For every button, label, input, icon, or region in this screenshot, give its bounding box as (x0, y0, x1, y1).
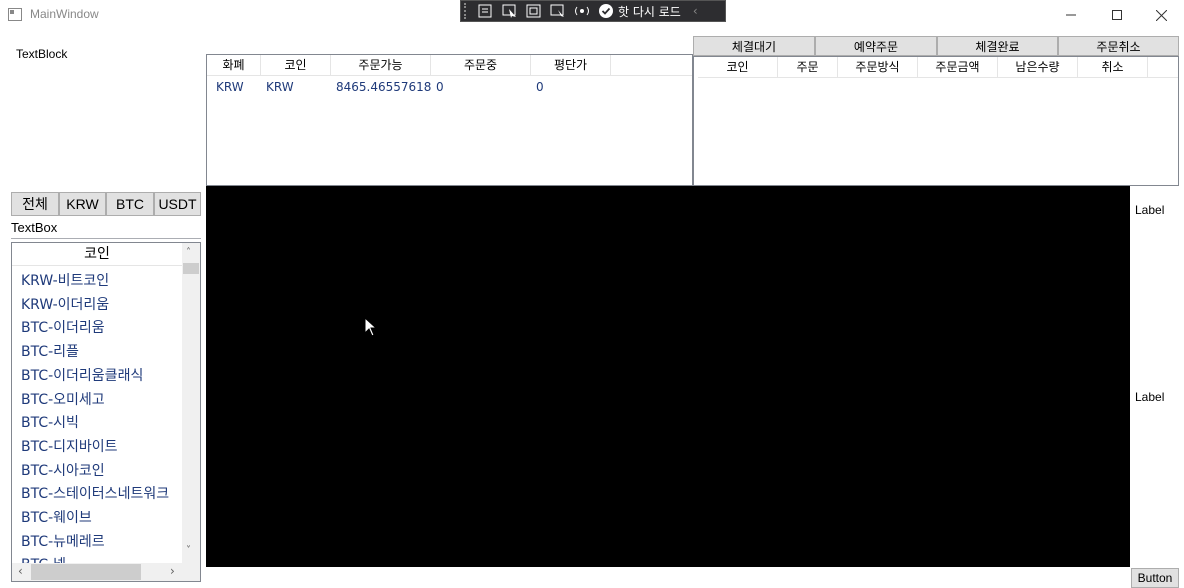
window-title: MainWindow (30, 7, 99, 21)
tab-reserved-order[interactable]: 예약주문 (815, 36, 937, 56)
action-button[interactable]: Button (1131, 568, 1179, 588)
app-icon (8, 8, 22, 21)
debug-toolbar: 핫 다시 로드 ‹ (460, 0, 726, 22)
display-layout-adorners-icon[interactable] (524, 3, 544, 19)
order-grid-header: 코인 주문 주문방식 주문금액 남은수량 취소 (698, 57, 1178, 78)
balance-cell-currency: KRW (216, 80, 244, 94)
filter-btc-button[interactable]: BTC (106, 192, 154, 216)
maximize-icon (1112, 10, 1122, 20)
coin-list-item[interactable]: KRW-비트코인 (21, 270, 181, 290)
column-header-order-type[interactable]: 주문방식 (838, 57, 918, 77)
live-visual-tree-icon[interactable] (476, 3, 496, 19)
coin-list-item[interactable]: BTC-오미세고 (21, 389, 181, 409)
column-header-coin[interactable]: 코인 (261, 55, 331, 75)
coin-list-item[interactable]: BTC-뉴메레르 (21, 531, 181, 551)
coin-list-item[interactable]: BTC-웨이브 (21, 507, 181, 527)
coin-list-item[interactable]: BTC-리플 (21, 341, 181, 361)
column-header-cancel[interactable]: 취소 (1078, 57, 1148, 77)
column-header-in-order[interactable]: 주문중 (431, 55, 531, 75)
chart-area[interactable] (206, 186, 1130, 567)
accessibility-scan-icon[interactable] (572, 3, 592, 19)
coin-list-item[interactable]: BTC-시아코인 (21, 460, 181, 480)
filter-krw-button[interactable]: KRW (59, 192, 106, 216)
hot-reload-label: 핫 다시 로드 (618, 4, 681, 19)
vertical-scroll-thumb[interactable] (183, 263, 199, 274)
balance-grid[interactable]: 화폐 코인 주문가능 주문중 평단가 KRW KRW 8465.46557618… (206, 54, 693, 186)
horizontal-scrollbar[interactable]: ‹ › (12, 563, 200, 581)
coin-list-item[interactable]: BTC-스테이터스네트워크 (21, 483, 181, 503)
vertical-scrollbar[interactable]: ˄ ˅ (182, 243, 200, 563)
scroll-left-icon[interactable]: ‹ (18, 564, 23, 578)
column-header-order[interactable]: 주문 (778, 57, 838, 77)
coin-list-item[interactable]: BTC-이더리움클래식 (21, 365, 181, 385)
column-header-currency[interactable]: 화폐 (207, 55, 261, 75)
balance-cell-available: 8465.46557618 (336, 80, 432, 94)
search-textbox[interactable]: TextBox (11, 220, 57, 235)
grip-icon[interactable] (464, 3, 472, 19)
balance-cell-coin: KRW (266, 80, 294, 94)
coin-list-item[interactable]: BTC-디지바이트 (21, 436, 181, 456)
column-header-coin[interactable]: 코인 (698, 57, 778, 77)
column-header-order-amount[interactable]: 주문금액 (918, 57, 998, 77)
tab-order-cancel[interactable]: 주문취소 (1058, 36, 1179, 56)
hot-reload-check-icon (596, 3, 616, 19)
column-header-avg-price[interactable]: 평단가 (531, 55, 611, 75)
mouse-cursor-icon (364, 317, 378, 337)
tab-filled[interactable]: 체결완료 (937, 36, 1058, 56)
coin-list-item[interactable]: BTC-이더리움 (21, 317, 181, 337)
column-header-available[interactable]: 주문가능 (331, 55, 431, 75)
coin-list-item[interactable]: BTC-시빅 (21, 412, 181, 432)
scroll-right-icon[interactable]: › (170, 564, 175, 578)
label-top: Label (1135, 203, 1165, 217)
horizontal-scroll-thumb[interactable] (31, 564, 141, 580)
balance-cell-in-order: 0 (436, 80, 444, 94)
scroll-up-icon[interactable]: ˄ (186, 247, 191, 258)
textblock: TextBlock (16, 47, 68, 61)
balance-grid-header: 화폐 코인 주문가능 주문중 평단가 (207, 55, 692, 76)
filter-all-button[interactable]: 전체 (11, 192, 59, 216)
select-element-icon[interactable] (500, 3, 520, 19)
tab-pending-fill[interactable]: 체결대기 (693, 36, 815, 56)
collapse-toolbar-icon[interactable]: ‹ (693, 4, 698, 18)
coin-list-header[interactable]: 코인 (12, 243, 182, 266)
minimize-button[interactable] (1048, 0, 1094, 30)
balance-cell-avg-price: 0 (536, 80, 544, 94)
minimize-icon (1066, 14, 1076, 16)
column-header-remaining-qty[interactable]: 남은수량 (998, 57, 1078, 77)
filter-usdt-button[interactable]: USDT (154, 192, 201, 216)
label-bottom: Label (1135, 390, 1165, 404)
textbox-underline (11, 238, 201, 239)
order-grid[interactable]: 코인 주문 주문방식 주문금액 남은수량 취소 (693, 56, 1179, 186)
maximize-button[interactable] (1094, 0, 1140, 30)
coin-list[interactable]: 코인 KRW-비트코인 KRW-이더리움 BTC-이더리움 BTC-리플 BTC-이더리… (11, 242, 201, 582)
close-button[interactable] (1138, 0, 1184, 30)
scroll-down-icon[interactable]: ˅ (186, 545, 191, 556)
coin-list-item[interactable]: KRW-이더리움 (21, 294, 181, 314)
track-focus-icon[interactable] (548, 3, 568, 19)
close-icon (1155, 9, 1167, 21)
